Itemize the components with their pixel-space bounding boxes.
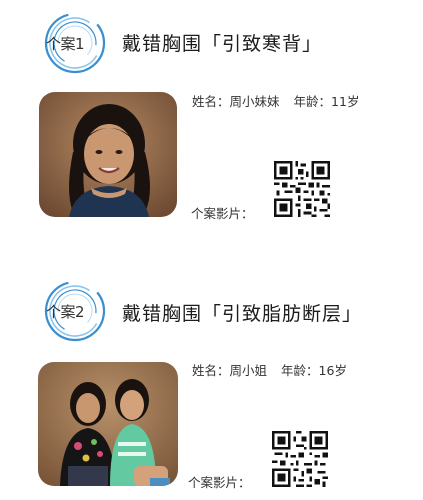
age-value: 16岁	[318, 363, 347, 378]
case-badge: 个案1	[40, 10, 106, 76]
name-label: 姓名：	[192, 94, 230, 109]
name-value: 周小姐	[229, 363, 268, 378]
case-badge: 个案2	[40, 278, 106, 344]
case-badge-label: 个案1	[46, 35, 85, 53]
age-value: 11岁	[331, 94, 360, 109]
name-label: 姓名：	[192, 363, 230, 378]
case-title: 戴错胸围「引致寒背」	[122, 33, 323, 55]
case-info: 姓名：周小姐 年龄：16岁	[192, 360, 347, 379]
case-badge-label: 个案2	[46, 303, 85, 321]
age-label: 年龄：	[281, 363, 319, 378]
video-label: 个案影片：	[188, 475, 251, 490]
video-label: 个案影片：	[191, 206, 254, 221]
case-photo	[38, 362, 178, 486]
case-2-section: 个案2 戴错胸围「引致脂肪断层」 姓名：周小姐 年龄：16岁 个案影片：	[0, 268, 423, 500]
age-label: 年龄：	[293, 94, 332, 109]
case-info: 姓名：周小妹妹 年龄：11岁	[192, 91, 359, 110]
case-title: 戴错胸围「引致脂肪断层」	[122, 303, 363, 325]
name-value: 周小妹妹	[229, 94, 280, 109]
qr-code-icon[interactable]	[272, 431, 328, 487]
case-1-section: 个案1 戴错胸围「引致寒背」 姓名：周小妹妹 年龄：11岁 个案影片：	[0, 0, 423, 240]
qr-code-icon[interactable]	[274, 161, 330, 217]
case-photo	[39, 92, 177, 217]
